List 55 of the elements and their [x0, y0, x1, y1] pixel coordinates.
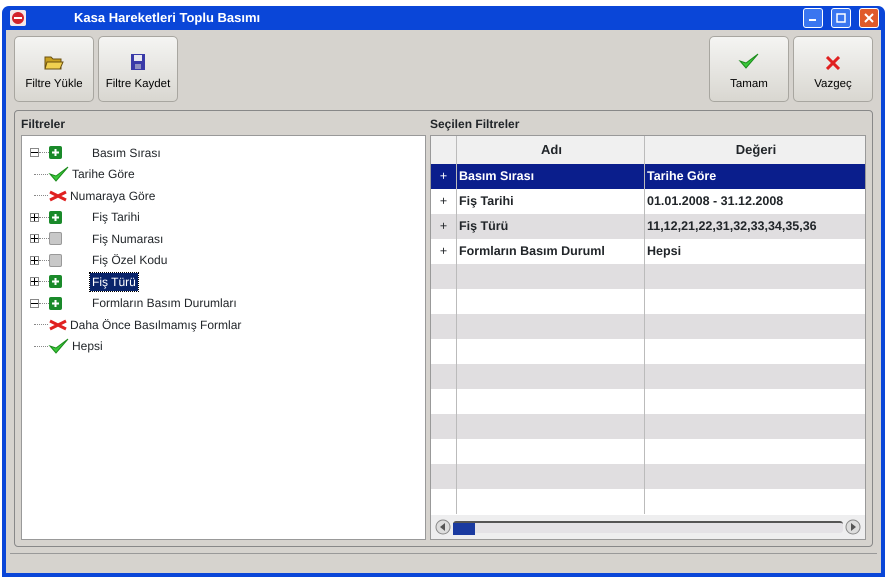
grid-row[interactable]: + Fiş Türü 11,12,21,22,31,32,33,34,35,36	[431, 214, 865, 239]
horizontal-scrollbar[interactable]	[431, 515, 865, 539]
close-button[interactable]	[859, 8, 879, 28]
toolbar-button[interactable]: Vazgeç	[793, 36, 873, 102]
scroll-left-icon[interactable]	[435, 519, 451, 535]
row-marker: +	[440, 218, 448, 236]
expand-toggle[interactable]	[30, 212, 39, 222]
folder-icon	[44, 54, 64, 70]
table-cell-text: 01.01.2008 - 31.12.2008	[647, 193, 784, 210]
toolbar-button[interactable]: Filtre Kaydet	[98, 36, 178, 102]
checkmark-icon	[738, 52, 760, 70]
tree-item[interactable]: Fiş Özel Kodu	[90, 251, 170, 270]
plus-icon	[31, 278, 38, 286]
toolbar-button[interactable]: Tamam	[709, 36, 789, 102]
maximize-icon	[836, 13, 846, 23]
scroll-thumb[interactable]	[453, 523, 475, 535]
row-marker: +	[440, 193, 448, 210]
table-cell-text: Hepsi	[647, 243, 682, 260]
tree-item[interactable]: Fiş Türü	[90, 272, 138, 291]
table-cell-text: Tarihe Göre	[647, 168, 716, 186]
panel-title: Seçilen Filtreler	[430, 116, 520, 133]
tree-item[interactable]: Hepsi	[70, 337, 105, 356]
tree-item[interactable]: Basım Sırası	[90, 144, 163, 162]
table-cell-text: Basım Sırası	[459, 168, 534, 186]
tree-item[interactable]: Numaraya Göre	[68, 186, 158, 205]
window-title: Kasa Hareketleri Toplu Basımı	[74, 9, 260, 28]
cross-icon	[826, 56, 840, 70]
collapse-toggle[interactable]	[30, 148, 39, 158]
toolbar-button[interactable]: Filtre Yükle	[14, 36, 94, 102]
column-header: Değeri	[734, 141, 778, 160]
row-marker: +	[440, 243, 448, 260]
expand-toggle[interactable]	[30, 277, 39, 286]
expand-toggle[interactable]	[30, 234, 39, 244]
row-marker: +	[440, 168, 448, 186]
table-cell-text: Formların Basım Duruml	[459, 243, 605, 260]
tree-item[interactable]: Formların Basım Durumları	[90, 294, 239, 312]
app-icon	[10, 10, 26, 26]
table-cell-text: Fiş Türü	[459, 218, 508, 236]
plus-icon	[31, 235, 38, 242]
expand-toggle[interactable]	[30, 256, 39, 265]
table-cell-text: 11,12,21,22,31,32,33,34,35,36	[647, 218, 817, 236]
scroll-right-icon[interactable]	[845, 519, 861, 535]
tree-item[interactable]: Daha Önce Basılmamış Formlar	[68, 316, 244, 334]
maximize-button[interactable]	[831, 8, 851, 28]
table-cell-text: Fiş Tarihi	[459, 193, 514, 210]
close-icon	[864, 13, 874, 23]
tree-item[interactable]: Tarihe Göre	[70, 165, 137, 184]
tree-item[interactable]: Fiş Tarihi	[90, 208, 142, 226]
plus-icon	[31, 256, 38, 264]
minimize-button[interactable]	[803, 8, 823, 28]
grid-row[interactable]: + Basım Sırası Tarihe Göre	[431, 164, 865, 189]
panel-title: Filtreler	[21, 116, 66, 133]
tree-item[interactable]: Fiş Numarası	[90, 230, 166, 248]
plus-icon	[31, 214, 38, 221]
collapse-toggle[interactable]	[30, 298, 39, 308]
